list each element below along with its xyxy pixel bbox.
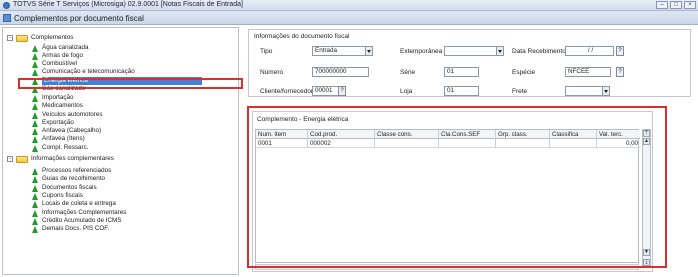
dialog-icon [3,14,11,22]
tree-item[interactable]: Documentos fiscais [32,184,97,192]
tree-root-complementos[interactable]: - Complementos [7,34,73,42]
tree-root-label: Informações complementares [31,155,114,162]
tree-item[interactable]: Guias de recolhimento [32,175,105,183]
minimize-button[interactable]: – [656,1,668,9]
window-titlebar: TOTVS Série T Serviços (Microsiga) 02.9.… [0,0,698,11]
especie-field[interactable]: NFCEE [565,67,611,77]
green-triangle-icon [32,175,38,183]
extemporanea-select[interactable] [444,46,504,56]
especie-lookup-button[interactable]: ? [616,67,624,77]
green-triangle-icon [32,102,38,110]
data-recebimento-label: Data Recebimento [512,48,566,55]
tree-item[interactable]: Exportação [32,119,74,127]
green-triangle-icon [32,60,38,68]
green-triangle-icon [32,127,38,135]
green-triangle-icon [32,217,38,225]
collapse-icon[interactable]: - [7,156,13,162]
tree-item[interactable]: Veículos automotores [32,111,103,119]
green-triangle-icon [32,119,38,127]
window-title: TOTVS Série T Serviços (Microsiga) 02.9.… [13,1,243,8]
tree-item[interactable]: Água canalizada [32,44,89,52]
green-triangle-icon [32,184,38,192]
tree-item[interactable]: Anfavea (Itens) [32,135,85,143]
data-recebimento-field[interactable]: / / [565,46,614,56]
cliente-lookup-button[interactable]: ? [338,86,346,96]
chevron-down-icon [602,87,609,95]
cliente-fornecedor-label: Cliente/fornecedor [260,88,314,95]
complement-tree: - Complementos Água canalizada Armas de … [2,27,239,275]
tipo-label: Tipo [260,48,273,55]
tree-item[interactable]: Cupons fiscais [32,192,83,200]
tree-root-label: Complementos [31,34,74,41]
tree-item[interactable]: Compl. Ressarc. [32,144,89,152]
tree-item[interactable]: Combustível [32,60,77,68]
folder-icon [16,155,28,163]
dialog-header: Complementos por documento fiscal [0,11,698,25]
tipo-select[interactable]: Entrada [312,46,373,56]
doc-info-title: Informações do documento fiscal [254,33,350,40]
tree-item[interactable]: Comunicação e telecomunicação [32,68,135,76]
selection-highlight-box [18,78,243,89]
green-triangle-icon [32,200,38,208]
chevron-down-icon [496,47,503,55]
green-triangle-icon [32,68,38,76]
green-triangle-icon [32,192,38,200]
loja-label: Loja [400,88,413,95]
green-triangle-icon [32,144,38,152]
tree-item[interactable]: Processos referenciados [32,167,111,175]
extemporanea-label: Extemporânea [400,48,443,55]
frete-label: Frete [512,88,528,95]
green-triangle-icon [32,135,38,143]
green-triangle-icon [32,94,38,102]
green-triangle-icon [32,167,38,175]
tree-item[interactable]: Informações Complementares [32,209,126,217]
serie-label: Série [400,69,416,76]
tree-item[interactable]: Locais de coleta e entrega [32,200,116,208]
tree-item[interactable]: Medicamentos [32,102,83,110]
tree-item[interactable]: Importação [32,94,74,102]
especie-label: Espécie [512,69,536,76]
tree-item[interactable]: Demais Docs. PIS COF. [32,225,109,233]
app-logo-icon [3,2,10,9]
doc-info-panel: Informações do documento fiscal Tipo Ent… [248,29,691,97]
green-triangle-icon [32,52,38,60]
date-lookup-button[interactable]: ? [616,46,624,56]
collapse-icon[interactable]: - [7,35,13,41]
green-triangle-icon [32,44,38,52]
frete-select[interactable] [565,86,610,96]
tree-root-informacoes[interactable]: - Informações complementares [7,155,114,163]
dialog-title: Complementos por documento fiscal [14,14,144,23]
close-button[interactable]: × [684,1,696,9]
serie-field[interactable]: 01 [444,67,479,77]
maximize-button[interactable]: □ [670,1,682,9]
tree-item[interactable]: Crédito Acumulado de ICMS [32,217,121,225]
green-triangle-icon [32,209,38,217]
window-controls: – □ × [656,1,696,9]
complement-highlight-box [247,106,667,268]
numero-field[interactable]: 700000000 [312,67,369,77]
tree-item[interactable]: Anfavea (Cabeçalho) [32,127,101,135]
loja-field[interactable]: 01 [444,86,479,96]
chevron-down-icon [365,47,372,55]
folder-icon [16,34,28,42]
green-triangle-icon [32,225,38,233]
green-triangle-icon [32,111,38,119]
numero-label: Número [260,69,284,76]
tree-item[interactable]: Armas de fogo [32,52,83,60]
